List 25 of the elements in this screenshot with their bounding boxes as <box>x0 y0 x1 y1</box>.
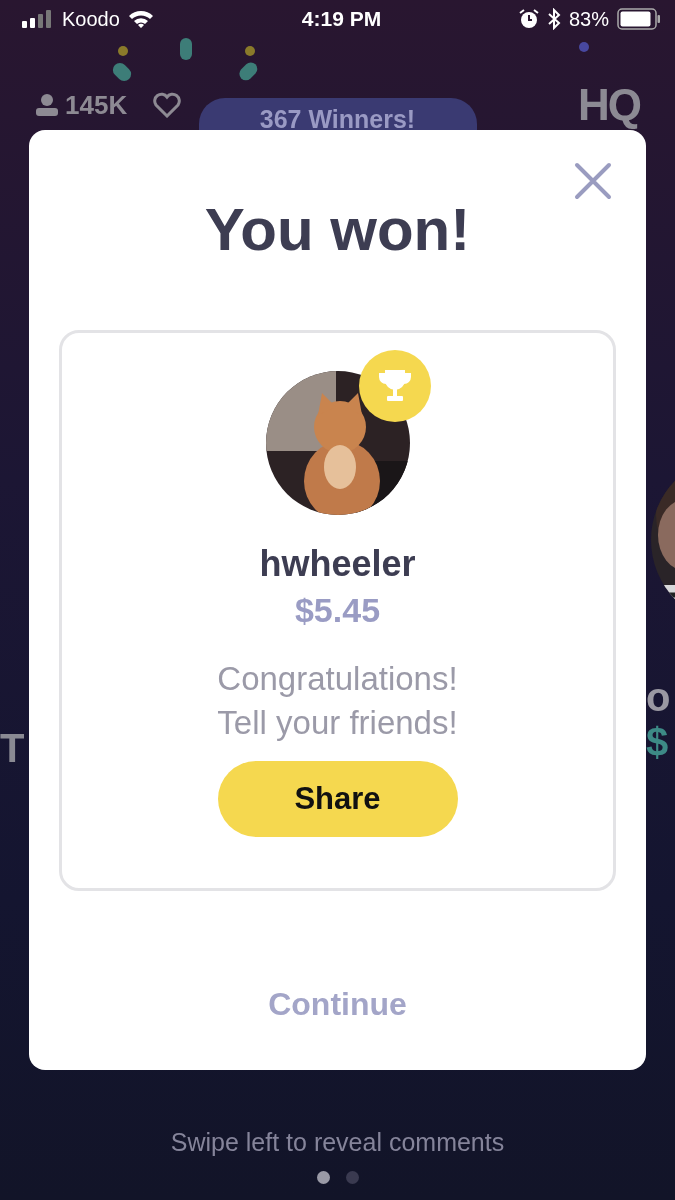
heart-icon[interactable] <box>153 92 182 118</box>
alarm-icon <box>518 9 539 29</box>
wifi-icon <box>127 9 154 29</box>
page-dot[interactable] <box>316 1171 330 1184</box>
person-icon <box>35 93 59 117</box>
clock-time: 4:19 PM <box>301 7 382 31</box>
swipe-hint: Swipe left to reveal comments <box>170 1128 505 1157</box>
logo: HQ <box>578 80 640 130</box>
card-title: T <box>0 726 25 771</box>
card-title: o <box>646 675 671 720</box>
battery-icon <box>617 8 661 30</box>
trophy-icon <box>376 368 413 404</box>
dialog-title: You won! <box>204 195 471 265</box>
viewer-count: 145K <box>65 89 128 121</box>
congrats-message: Congratulations! Tell your friends! <box>217 659 458 743</box>
bluetooth-icon <box>546 8 561 30</box>
signal-icon <box>22 10 54 28</box>
prize-amount: $ <box>646 720 669 765</box>
prize-amount: $5.45 <box>294 590 381 631</box>
battery-percent: 83% <box>568 7 609 31</box>
page-dot[interactable] <box>345 1171 359 1184</box>
username: hwheeler <box>259 543 416 585</box>
carrier-name: Koodo <box>62 7 120 31</box>
close-icon[interactable] <box>574 162 612 200</box>
share-button[interactable]: Share <box>217 761 458 837</box>
